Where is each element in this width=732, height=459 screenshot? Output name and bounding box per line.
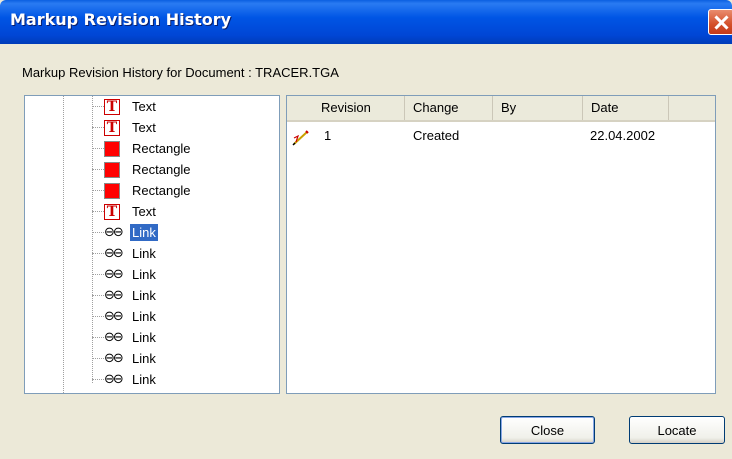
tree-item[interactable]: ⊖⊖ Link [25,264,255,285]
tree-connector [92,274,104,275]
locate-button[interactable]: Locate [629,416,725,444]
tree-item-label: Link [132,288,156,303]
close-button[interactable]: Close [500,416,595,444]
text-markup-icon: T [104,120,120,136]
tree-item-label: Text [132,204,156,219]
tree-connector [92,232,104,233]
tree-connector [92,253,104,254]
tree-item-label: Link [130,224,158,241]
tree-connector [92,379,104,380]
markup-tree[interactable]: T Text T Text Rectangle Rectangle Rectangle T Te… [24,95,280,394]
tree-item-label: Link [132,351,156,366]
text-markup-icon: T [104,204,120,220]
column-header-revision[interactable]: Revision [313,96,405,120]
tree-connector [92,190,104,191]
tree-item[interactable]: Rectangle [25,180,255,201]
tree-item[interactable]: T Text [25,201,255,222]
link-markup-icon: ⊖⊖ [104,225,124,240]
column-header-date[interactable]: Date [583,96,669,120]
column-header-change[interactable]: Change [405,96,493,120]
link-markup-icon: ⊖⊖ [104,351,124,366]
link-markup-icon: ⊖⊖ [104,288,124,303]
tree-connector [92,148,104,149]
tree-item-label: Link [132,330,156,345]
tree-connector [92,358,104,359]
tree-item[interactable]: ⊖⊖ Link [25,306,255,327]
list-header: Revision Change By Date [287,96,715,122]
link-markup-icon: ⊖⊖ [104,246,124,261]
rectangle-markup-icon [104,183,120,199]
tree-connector [92,127,104,128]
rectangle-markup-icon [104,162,120,178]
tree-connector [92,316,104,317]
tree-item[interactable]: ⊖⊖ Link [25,348,255,369]
tree-connector [92,211,104,212]
tree-connector [92,295,104,296]
tree-item[interactable]: ⊖⊖ Link [25,285,255,306]
tree-item[interactable]: T Text [25,96,255,117]
window-close-icon[interactable] [708,9,732,35]
tree-item-label: Link [132,372,156,387]
tree-item-label: Rectangle [132,162,191,177]
link-markup-icon: ⊖⊖ [104,267,124,282]
tree-item[interactable]: ⊖⊖ Link [25,327,255,348]
tree-item[interactable]: Rectangle [25,159,255,180]
tree-item-label: Link [132,246,156,261]
tree-item-label: Link [132,267,156,282]
markup-pen-icon [292,130,309,146]
column-header-by[interactable]: By [493,96,583,120]
tree-item-label: Link [132,309,156,324]
tree-connector [92,169,104,170]
tree-item[interactable]: T Text [25,117,255,138]
tree-item[interactable]: ⊖⊖ Link [25,243,255,264]
window-title: Markup Revision History [10,10,232,29]
rectangle-markup-icon [104,141,120,157]
link-markup-icon: ⊖⊖ [104,372,124,387]
link-markup-icon: ⊖⊖ [104,309,124,324]
title-bar[interactable]: Markup Revision History [0,0,732,44]
tree-item[interactable]: ⊖⊖ Link [25,222,255,243]
text-markup-icon: T [104,99,120,115]
cell-change: Created [413,128,460,143]
link-markup-icon: ⊖⊖ [104,330,124,345]
document-label: Markup Revision History for Document : T… [22,65,339,80]
tree-item-label: Rectangle [132,141,191,156]
tree-item-label: Text [132,120,156,135]
tree-connector [92,106,104,107]
cell-revision: 1 [324,128,332,143]
cell-date: 22.04.2002 [590,128,656,143]
revision-row[interactable]: 1 Created 22.04.2002 [287,126,715,146]
tree-item[interactable]: Rectangle [25,138,255,159]
revision-list[interactable]: Revision Change By Date 1 Created 22.04.… [286,95,716,394]
tree-connector [92,337,104,338]
tree-item[interactable]: ⊖⊖ Link [25,369,255,390]
tree-item-label: Text [132,99,156,114]
tree-item-label: Rectangle [132,183,191,198]
